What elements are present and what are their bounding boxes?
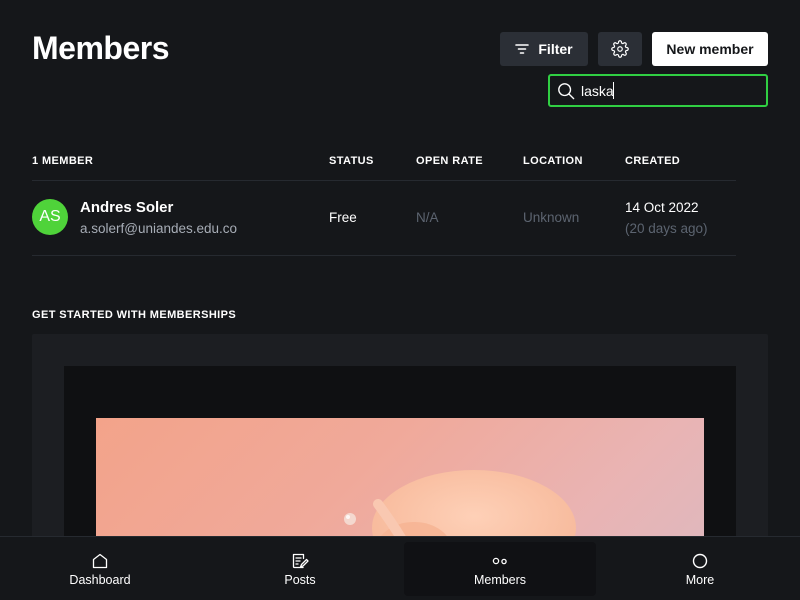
member-location: Unknown	[523, 210, 580, 225]
member-created-date: 14 Oct 2022	[625, 200, 699, 215]
nav-item-more[interactable]: More	[604, 542, 796, 596]
new-member-button[interactable]: New member	[652, 32, 768, 66]
nav-label-more: More	[685, 573, 715, 587]
nav-label-posts: Posts	[284, 573, 316, 587]
filter-button[interactable]: Filter	[500, 32, 588, 66]
nav-item-dashboard[interactable]: Dashboard	[4, 542, 196, 596]
column-header-created[interactable]: CREATED	[625, 155, 680, 167]
circle-icon	[691, 552, 709, 570]
memberships-section-title: GET STARTED WITH MEMBERSHIPS	[32, 309, 237, 321]
member-name: Andres Soler	[80, 199, 174, 216]
home-icon	[91, 552, 109, 570]
gear-icon	[611, 40, 629, 58]
member-status: Free	[329, 210, 357, 225]
column-header-member-count[interactable]: 1 MEMBER	[32, 155, 93, 167]
filter-icon	[515, 43, 530, 55]
nav-item-members[interactable]: Members	[404, 542, 596, 596]
nav-label-dashboard: Dashboard	[69, 573, 131, 587]
avatar: AS	[32, 199, 68, 235]
posts-icon	[291, 552, 309, 570]
member-open-rate: N/A	[416, 210, 439, 225]
members-icon	[491, 552, 509, 570]
settings-button[interactable]	[598, 32, 642, 66]
nav-label-members: Members	[473, 573, 527, 587]
search-box[interactable]	[548, 74, 768, 107]
search-icon	[557, 82, 575, 100]
column-header-open-rate[interactable]: OPEN RATE	[416, 155, 483, 167]
table-header: 1 MEMBER STATUS OPEN RATE LOCATION CREAT…	[32, 155, 736, 181]
column-header-status[interactable]: STATUS	[329, 155, 374, 167]
search-input[interactable]	[575, 76, 766, 105]
page-title: Members	[32, 30, 170, 66]
text-caret	[613, 82, 614, 99]
member-created-relative: (20 days ago)	[625, 221, 708, 236]
nav-item-posts[interactable]: Posts	[204, 542, 396, 596]
filter-label: Filter	[538, 41, 573, 57]
member-email: a.solerf@uniandes.edu.co	[80, 221, 238, 236]
table-row[interactable]: AS Andres Soler a.solerf@uniandes.edu.co…	[32, 181, 736, 256]
column-header-location[interactable]: LOCATION	[523, 155, 583, 167]
bottom-navigation: Dashboard Posts Members More	[0, 536, 800, 600]
